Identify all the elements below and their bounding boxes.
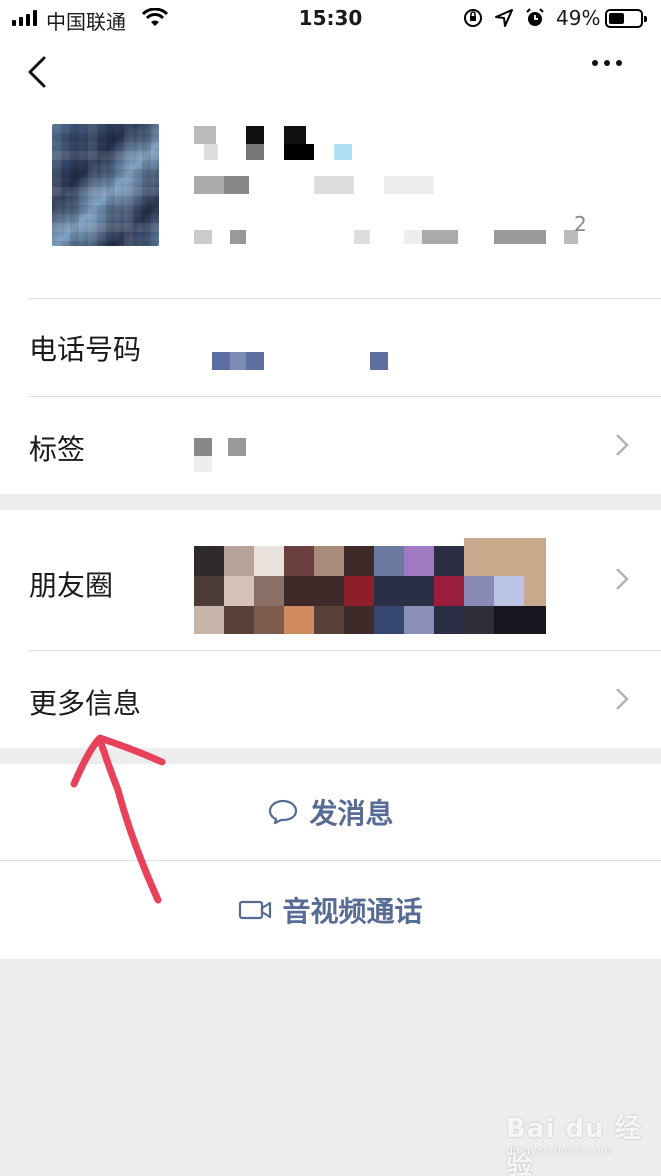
more-info-row[interactable]: 更多信息 <box>0 650 661 748</box>
profile-header: 2 <box>0 118 661 298</box>
chevron-right-icon <box>616 688 629 710</box>
watermark-logo: Bai du 经验 <box>506 1114 642 1176</box>
chevron-right-icon <box>616 568 629 590</box>
chat-bubble-icon <box>269 799 298 825</box>
chevron-right-icon <box>616 434 629 456</box>
video-call-label: 音视频通话 <box>282 895 423 928</box>
location-icon <box>495 9 513 27</box>
social-group: 朋友圈 更多信息 <box>0 510 661 748</box>
rotation-lock-icon <box>464 9 482 27</box>
more-dots-icon[interactable] <box>592 60 622 66</box>
send-message-button[interactable]: 发消息 <box>0 764 661 860</box>
avatar[interactable] <box>52 124 159 246</box>
battery-percent: 49% <box>556 6 601 30</box>
nav-bar <box>0 38 661 118</box>
info-group: 电话号码 标签 <box>0 298 661 494</box>
more-info-label: 更多信息 <box>29 687 142 720</box>
chevron-left-icon[interactable] <box>22 52 52 92</box>
video-call-button[interactable]: 音视频通话 <box>0 861 661 959</box>
contact-id <box>194 176 434 194</box>
watermark-url: jingyan.baidu.com <box>510 1144 612 1157</box>
tags-row[interactable]: 标签 <box>0 396 661 494</box>
moments-thumbnails[interactable] <box>184 538 546 634</box>
video-camera-icon <box>239 900 272 920</box>
phone-value[interactable] <box>212 352 392 370</box>
moments-label: 朋友圈 <box>29 569 114 602</box>
tags-value <box>194 438 246 472</box>
contact-region <box>194 230 578 244</box>
status-bar: 中国联通 15:30 49% <box>0 0 661 38</box>
battery-icon <box>605 9 647 28</box>
send-message-label: 发消息 <box>309 797 394 830</box>
moments-row[interactable]: 朋友圈 <box>0 510 661 650</box>
contact-name <box>194 126 352 160</box>
phone-label: 电话号码 <box>29 333 142 366</box>
tags-label: 标签 <box>29 433 86 466</box>
alarm-icon <box>526 8 544 26</box>
phone-row[interactable]: 电话号码 <box>0 298 661 396</box>
profile-superscript: 2 <box>574 212 587 236</box>
